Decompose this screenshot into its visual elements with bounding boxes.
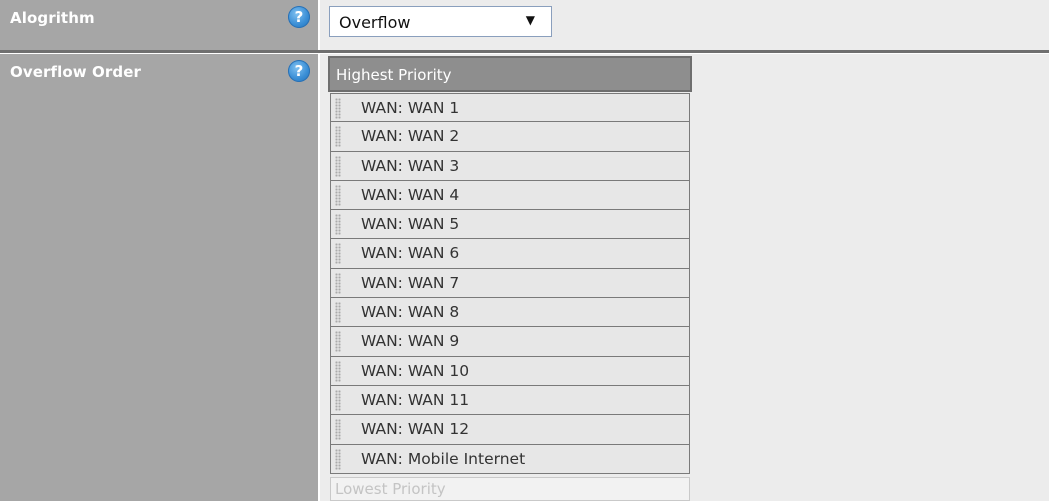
priority-item-label: WAN: WAN 6 [361, 244, 460, 263]
drag-handle-icon[interactable] [335, 360, 341, 382]
algorithm-select-value: Overflow [339, 13, 411, 32]
help-icon[interactable]: ? [288, 60, 310, 82]
drag-handle-icon[interactable] [335, 389, 341, 411]
overflow-order-row: Overflow Order ? Highest Priority WAN: W… [0, 54, 1049, 501]
drag-handle-icon[interactable] [335, 214, 341, 236]
drag-handle-icon[interactable] [335, 98, 341, 119]
algorithm-select[interactable]: Overflow ▼ [329, 6, 552, 37]
priority-item-label: WAN: WAN 2 [361, 127, 460, 146]
priority-list-item[interactable]: WAN: WAN 5 [330, 210, 690, 240]
drag-handle-icon[interactable] [335, 126, 341, 148]
priority-list: Highest Priority WAN: WAN 1 WAN: WAN 2 WAN… [328, 56, 692, 501]
drag-handle-icon[interactable] [335, 448, 341, 470]
overflow-order-label: Overflow Order [10, 63, 142, 81]
priority-list-footer: Lowest Priority [330, 477, 690, 501]
priority-list-item[interactable]: WAN: WAN 6 [330, 239, 690, 269]
algorithm-value-cell: Overflow ▼ [320, 0, 1049, 52]
priority-list-item[interactable]: WAN: WAN 9 [330, 327, 690, 357]
priority-item-label: WAN: WAN 3 [361, 156, 460, 175]
lowest-priority-label: Lowest Priority [335, 480, 446, 498]
help-icon[interactable]: ? [288, 6, 310, 28]
priority-item-label: WAN: WAN 7 [361, 273, 460, 292]
priority-item-label: WAN: WAN 5 [361, 215, 460, 234]
drag-handle-icon[interactable] [335, 243, 341, 265]
priority-list-header: Highest Priority [328, 56, 692, 92]
priority-item-label: WAN: WAN 1 [361, 99, 460, 117]
priority-items: WAN: WAN 1 WAN: WAN 2 WAN: WAN 3 WAN: WAN 4… [330, 93, 690, 474]
priority-item-label: WAN: WAN 4 [361, 185, 460, 204]
priority-list-item[interactable]: WAN: WAN 7 [330, 268, 690, 299]
priority-list-item[interactable]: WAN: WAN 4 [330, 180, 690, 211]
overflow-order-label-cell: Overflow Order ? [0, 54, 318, 501]
drag-handle-icon[interactable] [335, 155, 341, 177]
priority-item-label: WAN: WAN 11 [361, 390, 470, 409]
drag-handle-icon[interactable] [335, 184, 341, 206]
priority-item-label: WAN: Mobile Internet [361, 449, 526, 468]
dropdown-arrow-icon: ▼ [525, 13, 535, 27]
drag-handle-icon[interactable] [335, 331, 341, 353]
drag-handle-icon[interactable] [335, 302, 341, 324]
row-divider [0, 50, 1049, 53]
priority-list-item[interactable]: WAN: WAN 10 [330, 356, 690, 386]
highest-priority-label: Highest Priority [336, 66, 452, 84]
drag-handle-icon[interactable] [335, 272, 341, 294]
priority-list-item[interactable]: WAN: WAN 12 [330, 415, 690, 445]
priority-list-item[interactable]: WAN: WAN 8 [330, 298, 690, 328]
priority-item-label: WAN: WAN 9 [361, 332, 460, 351]
algorithm-row: Alogrithm ? Overflow ▼ [0, 0, 1049, 52]
priority-item-label: WAN: WAN 10 [361, 361, 470, 380]
algorithm-label-cell: Alogrithm ? [0, 0, 318, 52]
priority-list-item[interactable]: WAN: WAN 3 [330, 151, 690, 181]
algorithm-label: Alogrithm [10, 9, 95, 27]
priority-list-item[interactable]: WAN: WAN 1 [330, 93, 690, 123]
settings-panel: Alogrithm ? Overflow ▼ Overflow Order ? … [0, 0, 1049, 501]
overflow-order-value-cell: Highest Priority WAN: WAN 1 WAN: WAN 2 WAN… [320, 54, 1049, 501]
priority-item-label: WAN: WAN 8 [361, 303, 460, 322]
priority-item-label: WAN: WAN 12 [361, 420, 470, 439]
priority-list-item[interactable]: WAN: WAN 11 [330, 385, 690, 416]
priority-list-item[interactable]: WAN: WAN 2 [330, 122, 690, 152]
drag-handle-icon[interactable] [335, 419, 341, 441]
priority-list-item[interactable]: WAN: Mobile Internet [330, 444, 690, 474]
